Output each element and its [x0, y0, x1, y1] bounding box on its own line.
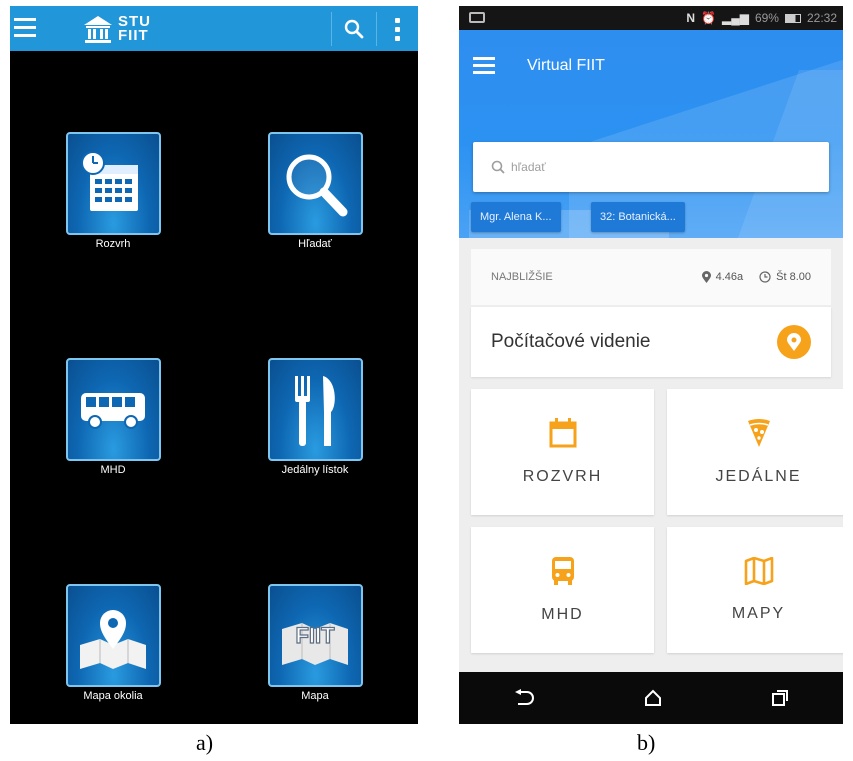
card-mapy[interactable]: MAPY [667, 527, 843, 653]
figure-root: STU FIIT Rozvrh Hľadať MHD Jedálny lísto… [0, 0, 853, 761]
android-nav-bar [459, 672, 843, 724]
alarm-icon: ⏰ [701, 11, 716, 25]
nearest-class-bar: NAJBLIŽŠIE 4.46a Št 8.00 [471, 249, 831, 305]
fiit-map-icon: FIIT [282, 622, 348, 665]
time-meta: Št 8.00 [759, 271, 811, 283]
tile-jedalny-listok[interactable]: Jedálny lístok [245, 358, 385, 476]
tile-rozvrh[interactable]: Rozvrh [43, 132, 183, 250]
nearest-course-card[interactable]: Počítačové videnie [471, 307, 831, 377]
clock-icon [759, 271, 771, 283]
tile-label: Hľadať [298, 238, 332, 250]
tile-rozvrh-box[interactable] [65, 132, 161, 235]
tile-mhd-box[interactable] [65, 358, 161, 461]
bus-icon [551, 557, 574, 585]
tile-label: Rozvrh [95, 238, 131, 250]
tile-mhd[interactable]: MHD [43, 358, 183, 476]
tile-label: Mapa okolia [83, 690, 143, 702]
fork-knife-icon [295, 375, 335, 446]
card-label: MAPY [731, 605, 786, 622]
calendar-icon [549, 418, 576, 448]
logo-text: STU FIIT [118, 14, 151, 44]
tile-label: Jedálny lístok [281, 464, 349, 476]
tile-mapa-okolia-box[interactable] [65, 584, 161, 687]
app-bar: STU FIIT [10, 6, 418, 51]
bus-icon [81, 392, 145, 429]
tile-mapa-box[interactable]: FIIT [267, 584, 363, 687]
card-mhd[interactable]: MHD [471, 527, 654, 653]
navigate-to-room-button[interactable] [777, 325, 811, 359]
notification-icon [469, 12, 485, 23]
recent-chip-stop[interactable]: 32: Botanická... [591, 202, 685, 232]
map-pin-icon [80, 609, 146, 669]
hamburger-menu-icon[interactable] [14, 18, 36, 38]
card-label: MHD [541, 606, 584, 623]
clock-time: 22:32 [806, 11, 837, 25]
search-icon [491, 160, 505, 174]
stu-fiit-logo: STU FIIT [82, 12, 172, 46]
class-time: Št 8.00 [776, 271, 811, 283]
tile-mapa[interactable]: FIIT Mapa [245, 584, 385, 702]
battery-percent: 69% [754, 11, 779, 25]
search-button[interactable] [331, 12, 375, 46]
pizza-icon [747, 419, 770, 447]
hamburger-menu-icon[interactable] [473, 57, 495, 78]
course-name: Počítačové videnie [491, 331, 651, 352]
map-icon [744, 557, 773, 585]
tile-hladat[interactable]: Hľadať [245, 132, 385, 250]
card-label: ROZVRH [522, 468, 603, 485]
location-pin-icon [701, 271, 711, 283]
search-input[interactable]: hľadať [473, 142, 829, 192]
app-title: Virtual FIIT [527, 57, 605, 74]
magnifier-icon [286, 154, 348, 216]
battery-icon [784, 13, 801, 23]
fiit-map-text: FIIT [295, 623, 335, 648]
back-icon[interactable] [513, 689, 535, 707]
university-building-icon [84, 16, 112, 43]
tile-hladat-box[interactable] [267, 132, 363, 235]
nfc-icon: N [686, 11, 696, 25]
nearest-label: NAJBLIŽŠIE [491, 271, 553, 283]
signal-icon: ▂▄▆ [721, 11, 749, 25]
recents-icon[interactable] [771, 689, 789, 707]
card-label: JEDÁLNE [715, 468, 802, 485]
status-bar: N ⏰ ▂▄▆ 69% 22:32 [459, 6, 843, 30]
tile-jedalny-box[interactable] [267, 358, 363, 461]
search-icon [344, 19, 363, 39]
card-rozvrh[interactable]: ROZVRH [471, 389, 654, 515]
caption-b: b) [637, 730, 656, 755]
screen-b-virtual-fiit: N ⏰ ▂▄▆ 69% 22:32 Virtual FIIT hľadať Mg… [459, 6, 843, 724]
location-pin-icon [787, 333, 801, 351]
home-icon[interactable] [643, 689, 663, 707]
logo-line-fiit: FIIT [118, 27, 149, 44]
room-number: 4.46a [715, 271, 744, 283]
overflow-menu-icon[interactable] [376, 12, 418, 46]
card-jedalne[interactable]: JEDÁLNE [667, 389, 843, 515]
screen-a-old-app: STU FIIT Rozvrh Hľadať MHD Jedálny lísto… [10, 6, 418, 724]
tile-mapa-okolia[interactable]: Mapa okolia [43, 584, 183, 702]
tile-label: Mapa [301, 690, 329, 702]
caption-a: a) [196, 730, 214, 755]
tile-label: MHD [100, 464, 126, 476]
recent-chip-person[interactable]: Mgr. Alena K... [471, 202, 561, 232]
room-meta: 4.46a [701, 271, 744, 283]
app-header: Virtual FIIT hľadať Mgr. Alena K... 32: … [459, 30, 843, 238]
search-placeholder: hľadať [511, 160, 546, 174]
calendar-clock-icon [81, 150, 138, 211]
